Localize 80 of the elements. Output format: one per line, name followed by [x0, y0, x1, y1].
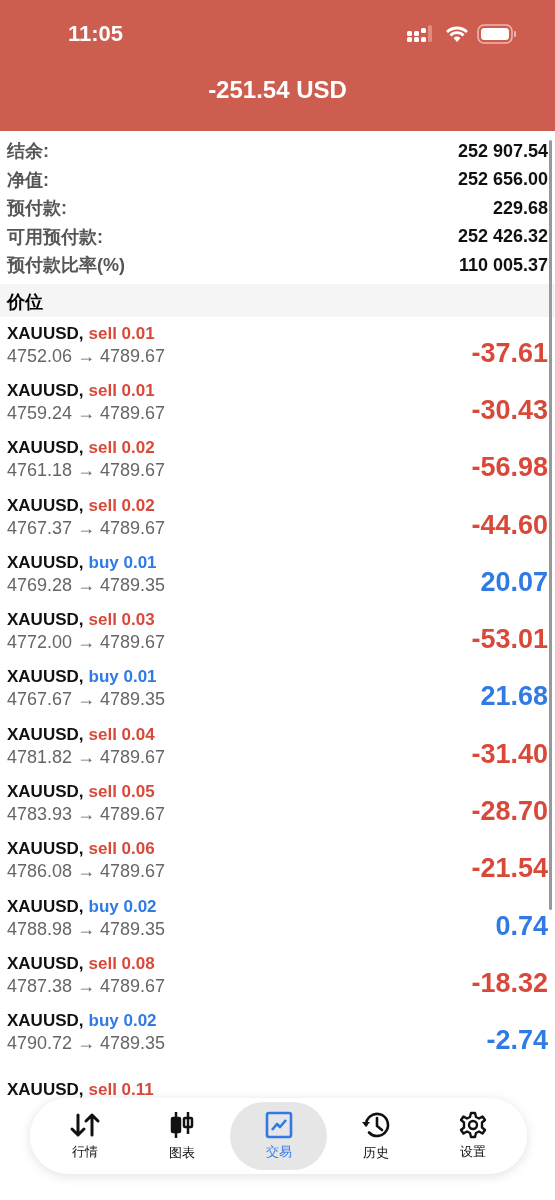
symbol-label: XAUUSD, [7, 839, 84, 860]
tab[interactable]: 图表 [133, 1102, 230, 1170]
profit-value[interactable]: -2.74 [486, 1025, 548, 1057]
summary-label: 净值: [7, 168, 49, 192]
order-label: sell 0.01 [88, 380, 155, 401]
symbol-label: XAUUSD, [7, 380, 84, 401]
price-range: 4783.93 → 4789.67 [7, 804, 166, 825]
order-label: sell 0.03 [88, 610, 155, 631]
order-label: sell 0.02 [88, 438, 155, 459]
symbol-label: XAUUSD, [7, 896, 84, 917]
price-range: 4781.82 → 4789.67 [7, 746, 166, 768]
candlestick-icon [169, 1110, 194, 1140]
order-label: sell 0.05 [88, 782, 155, 802]
price-range: 4788.98 → 4789.35 [7, 918, 166, 940]
profit-value[interactable]: 21.68 [480, 681, 548, 713]
wifi-icon [445, 25, 469, 43]
summary-value: 229.68 [492, 197, 548, 219]
order-label: sell 0.11 [88, 1080, 154, 1100]
profit-value[interactable]: 0.74 [495, 910, 548, 942]
line-chart-icon [264, 1111, 293, 1139]
profit-value[interactable]: -37.61 [471, 337, 548, 369]
status-time: 11:05 [68, 21, 124, 47]
order-label: sell 0.02 [88, 495, 155, 516]
section-header: 价位 [0, 283, 555, 317]
history-icon [360, 1110, 391, 1140]
price-range: 4786.08 → 4789.67 [7, 861, 166, 883]
summary-label: 预付款: [7, 197, 67, 221]
order-label: buy 0.01 [88, 667, 157, 688]
profit-value[interactable]: -18.32 [471, 967, 548, 999]
profit-value[interactable]: -53.01 [471, 624, 548, 656]
symbol-label: XAUUSD, [7, 552, 84, 573]
order-label: sell 0.08 [88, 953, 155, 974]
symbol-label: XAUUSD, [7, 1011, 84, 1032]
price-range: 4769.28 → 4789.35 [7, 574, 166, 596]
tab[interactable]: 历史 [327, 1102, 424, 1170]
summary-value: 252 656.00 [457, 169, 548, 191]
profit-value[interactable]: -28.70 [471, 796, 548, 827]
settings-icon [458, 1111, 487, 1139]
up-down-arrows-icon [68, 1111, 101, 1139]
price-range: 4772.00 → 4789.67 [7, 632, 166, 654]
order-label: sell 0.01 [88, 323, 155, 344]
tab[interactable]: 设置 [424, 1102, 521, 1170]
tab[interactable]: 行情 [36, 1102, 133, 1170]
battery-icon [477, 24, 517, 44]
summary-value: 252 907.54 [457, 140, 548, 162]
price-range: 4787.38 → 4789.67 [7, 975, 166, 997]
profit-value[interactable]: -56.98 [471, 452, 548, 484]
price-range: 4790.72 → 4789.35 [7, 1033, 166, 1055]
profit-value[interactable]: -44.60 [471, 509, 548, 541]
symbol-label: XAUUSD, [7, 438, 84, 459]
symbol-label: XAUUSD, [7, 724, 84, 745]
price-range: 4752.06 → 4789.67 [7, 345, 166, 367]
order-label: buy 0.02 [88, 896, 157, 917]
symbol-label: XAUUSD, [7, 1080, 84, 1100]
symbol-label: XAUUSD, [7, 323, 84, 344]
summary-label: 可用预付款: [7, 225, 103, 249]
symbol-label: XAUUSD, [7, 953, 84, 974]
summary-value: 252 426.32 [457, 226, 548, 248]
price-range: 4767.37 → 4789.67 [7, 517, 166, 539]
scrollbar[interactable] [549, 140, 552, 910]
price-range: 4759.24 → 4789.67 [7, 402, 166, 424]
price-range: 4761.18 → 4789.67 [7, 460, 166, 482]
order-label: buy 0.02 [88, 1011, 157, 1032]
symbol-label: XAUUSD, [7, 667, 84, 688]
order-label: sell 0.06 [88, 839, 155, 860]
summary-value: 110 005.37 [458, 254, 548, 276]
price-range: 4767.67 → 4789.35 [7, 689, 166, 711]
order-label: buy 0.01 [88, 552, 157, 573]
summary-label: 预付款比率(%) [7, 254, 125, 278]
profit-value[interactable]: 20.07 [480, 566, 548, 598]
profit-value[interactable]: -31.40 [471, 738, 548, 770]
tab[interactable]: 交易 [230, 1102, 327, 1170]
profit-value[interactable]: -21.54 [471, 853, 548, 885]
summary-label: 结余: [7, 140, 49, 164]
order-label: sell 0.04 [88, 724, 155, 745]
symbol-label: XAUUSD, [7, 782, 84, 802]
total-profit: -251.54 USD [207, 76, 348, 104]
symbol-label: XAUUSD, [7, 495, 84, 516]
symbol-label: XAUUSD, [7, 610, 84, 631]
profit-value[interactable]: -30.43 [471, 394, 548, 426]
